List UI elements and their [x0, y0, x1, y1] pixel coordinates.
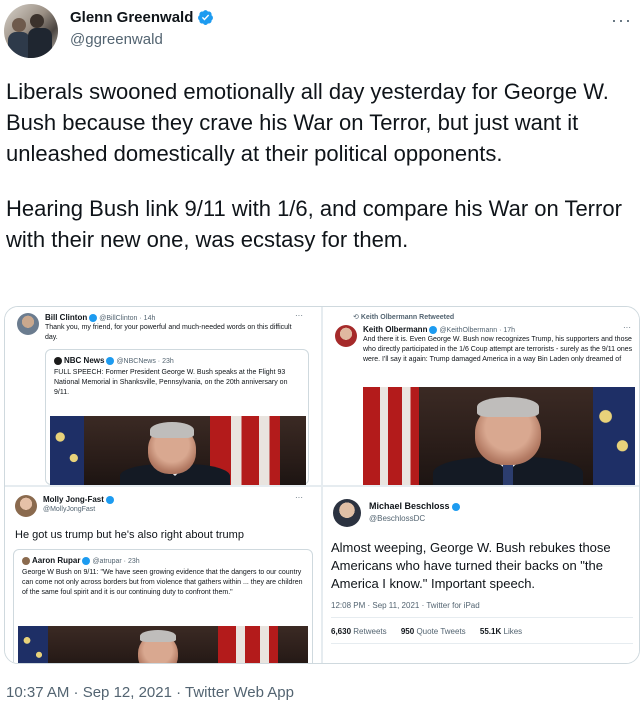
beschloss-stats: 6,630 Retweets 950 Quote Tweets 55.1K Li…	[331, 627, 522, 636]
rupar-handle: @atrupar · 23h	[92, 558, 140, 565]
beschloss-meta: 12:08 PM · Sep 11, 2021 · Twitter for iP…	[331, 601, 480, 610]
tweet-timestamp[interactable]: 10:37 AM · Sep 12, 2021 · Twitter Web Ap…	[6, 684, 294, 701]
jongfast-name: Molly Jong-Fast	[43, 495, 104, 504]
quotes-count: 950	[400, 627, 415, 636]
media-grid[interactable]: Bill Clinton @BillClinton · 14h ··· Thank…	[4, 306, 640, 664]
more-dots-icon: ···	[295, 311, 303, 320]
bush-video-still	[18, 626, 308, 663]
verified-badge-icon	[89, 313, 98, 322]
bush-video-still	[50, 416, 306, 485]
retweets-label: Retweets	[353, 627, 387, 636]
clinton-name: Bill Clinton	[45, 313, 88, 322]
verified-badge-icon	[198, 10, 214, 25]
quotes-label: Quote Tweets	[416, 627, 466, 636]
media-divider-horizontal	[5, 485, 639, 487]
more-dots-icon: ···	[623, 323, 631, 332]
jongfast-text: He got us trump but he's also right abou…	[15, 529, 244, 541]
verified-badge-icon	[429, 325, 438, 334]
likes-count: 55.1K	[479, 627, 502, 636]
nbc-quote-tweet: NBC News @NBCNews · 23h FULL SPEECH: Form…	[45, 349, 309, 485]
media-image-olbermann-tweet[interactable]: ⟲ Keith Olbermann Retweeted Keith Olberm…	[323, 307, 639, 485]
tweet-header: Glenn Greenwald @ggreenwald ···	[0, 0, 640, 66]
more-dots-icon[interactable]: ···	[611, 10, 632, 31]
olbermann-retweet-label: Keith Olbermann Retweeted	[360, 314, 455, 321]
olbermann-avatar	[335, 325, 357, 347]
nbc-avatar	[54, 356, 62, 365]
author-display-name[interactable]: Glenn Greenwald	[70, 9, 193, 26]
verified-badge-icon	[451, 502, 460, 511]
rupar-quote-tweet: Aaron Rupar @atrupar · 23h George W Bush …	[13, 549, 313, 663]
clinton-avatar	[17, 313, 39, 335]
retweet-icon: ⟲	[353, 314, 361, 321]
rupar-text: George W Bush on 9/11: "We have seen gro…	[22, 569, 303, 596]
bush-video-still	[363, 387, 635, 485]
clinton-handle: @BillClinton · 14h	[99, 315, 156, 322]
likes-label: Likes	[503, 627, 523, 636]
tweet-body: Liberals swooned emotionally all day yes…	[6, 76, 638, 255]
olbermann-text: And there it is. Even George W. Bush now…	[363, 336, 633, 363]
nbc-text: FULL SPEECH: Former President George W. …	[54, 369, 288, 396]
nbc-handle: @NBCNews · 23h	[116, 358, 174, 365]
retweets-count: 6,630	[331, 627, 352, 636]
verified-badge-icon	[82, 556, 91, 565]
media-image-clinton-tweet[interactable]: Bill Clinton @BillClinton · 14h ··· Thank…	[5, 307, 321, 485]
beschloss-name: Michael Beschloss	[369, 501, 450, 511]
beschloss-text: Almost weeping, George W. Bush rebukes t…	[331, 540, 611, 591]
verified-badge-icon	[106, 356, 115, 365]
media-image-beschloss-tweet[interactable]: Michael Beschloss @BeschlossDC Almost we…	[323, 487, 639, 663]
jongfast-avatar	[15, 495, 37, 517]
nbc-name: NBC News	[64, 356, 105, 365]
clinton-text: Thank you, my friend, for your powerful …	[45, 324, 292, 341]
olbermann-handle: @KeithOlbermann · 17h	[439, 327, 516, 334]
author-name-row[interactable]: Glenn Greenwald	[70, 9, 214, 26]
jongfast-handle: @MollyJongFast	[43, 506, 96, 513]
olbermann-name: Keith Olbermann	[363, 325, 428, 334]
media-image-jongfast-tweet[interactable]: Molly Jong-Fast @MollyJongFast ··· He go…	[5, 487, 321, 663]
author-avatar[interactable]	[4, 4, 58, 58]
tweet-paragraph-1: Liberals swooned emotionally all day yes…	[6, 79, 609, 166]
rupar-name: Aaron Rupar	[32, 556, 81, 565]
rupar-avatar	[22, 556, 30, 565]
tweet-paragraph-2: Hearing Bush link 9/11 with 1/6, and com…	[6, 196, 622, 252]
verified-badge-icon	[105, 495, 114, 504]
more-dots-icon: ···	[295, 493, 303, 502]
beschloss-handle: @BeschlossDC	[369, 514, 426, 523]
beschloss-avatar	[333, 499, 361, 527]
author-handle[interactable]: @ggreenwald	[70, 31, 163, 48]
